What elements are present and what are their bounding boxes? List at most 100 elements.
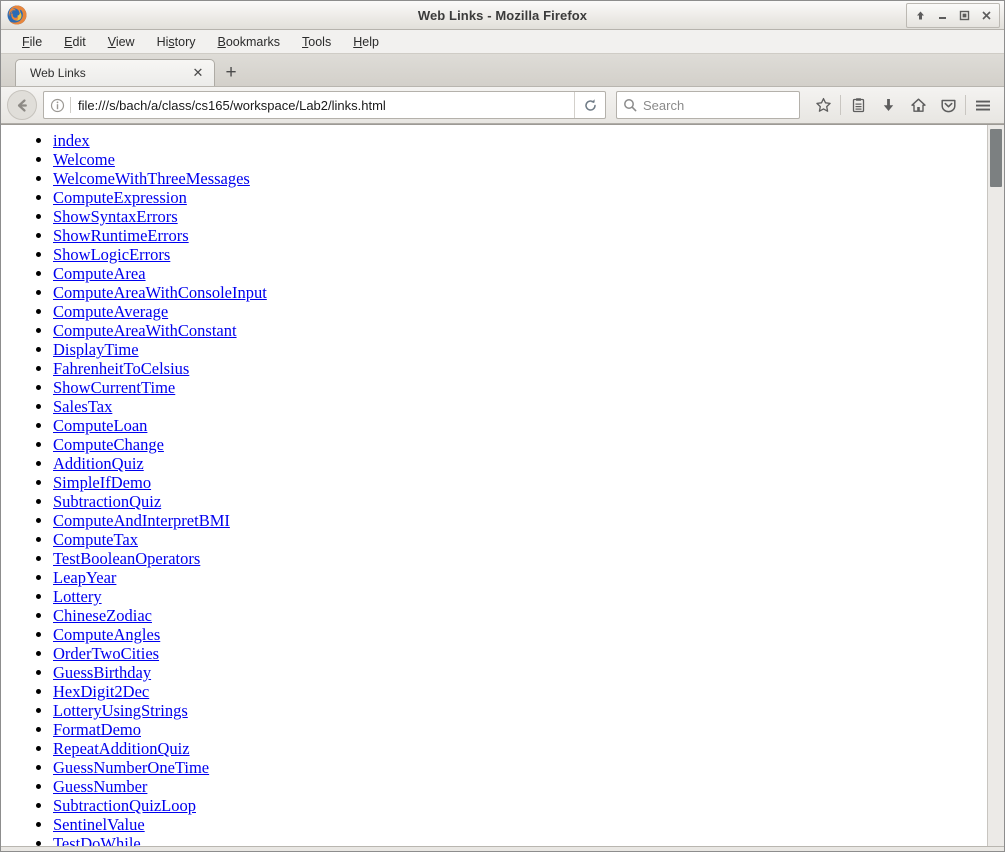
reload-button[interactable]	[574, 92, 605, 118]
list-item: ShowLogicErrors	[53, 245, 987, 264]
list-item: GuessNumberOneTime	[53, 758, 987, 777]
list-item: DisplayTime	[53, 340, 987, 359]
page-link[interactable]: FahrenheitToCelsius	[53, 359, 189, 378]
menu-item-help[interactable]: Help	[342, 33, 390, 51]
page-link[interactable]: SubtractionQuizLoop	[53, 796, 196, 815]
page-link[interactable]: TestBooleanOperators	[53, 549, 200, 568]
shade-button[interactable]	[910, 6, 930, 25]
menu-item-tools[interactable]: Tools	[291, 33, 342, 51]
menu-bar: File Edit View History Bookmarks Tools H…	[1, 30, 1004, 54]
page-link[interactable]: OrderTwoCities	[53, 644, 159, 663]
page-link[interactable]: ChineseZodiac	[53, 606, 152, 625]
list-item: WelcomeWithThreeMessages	[53, 169, 987, 188]
tab-web-links[interactable]: Web Links ✕	[15, 59, 215, 86]
list-item: RepeatAdditionQuiz	[53, 739, 987, 758]
page-link[interactable]: ComputeLoan	[53, 416, 147, 435]
toolbar-icons	[808, 91, 998, 119]
downloads-icon[interactable]	[873, 91, 903, 119]
page-link[interactable]: ComputeAngles	[53, 625, 160, 644]
page-link[interactable]: ComputeAverage	[53, 302, 168, 321]
page-link[interactable]: FormatDemo	[53, 720, 141, 739]
page-link[interactable]: ComputeExpression	[53, 188, 187, 207]
list-item: SubtractionQuiz	[53, 492, 987, 511]
page-link[interactable]: AdditionQuiz	[53, 454, 144, 473]
new-tab-button[interactable]: +	[217, 59, 245, 86]
list-item: HexDigit2Dec	[53, 682, 987, 701]
url-bar[interactable]: file:///s/bach/a/class/cs165/workspace/L…	[43, 91, 606, 119]
list-item: ShowRuntimeErrors	[53, 226, 987, 245]
search-input[interactable]: Search	[643, 98, 684, 113]
list-item: ComputeTax	[53, 530, 987, 549]
page-link[interactable]: SubtractionQuiz	[53, 492, 161, 511]
page-link[interactable]: ComputeAreaWithConstant	[53, 321, 237, 340]
web-page: indexWelcomeWelcomeWithThreeMessagesComp…	[1, 125, 987, 846]
menu-item-bookmarks[interactable]: Bookmarks	[207, 33, 292, 51]
scrollbar-thumb[interactable]	[990, 129, 1002, 187]
page-link[interactable]: DisplayTime	[53, 340, 139, 359]
page-link[interactable]: ComputeAndInterpretBMI	[53, 511, 230, 530]
list-item: LeapYear	[53, 568, 987, 587]
page-link[interactable]: ShowSyntaxErrors	[53, 207, 178, 226]
search-bar[interactable]: Search	[616, 91, 800, 119]
page-link[interactable]: GuessNumber	[53, 777, 147, 796]
list-item: ComputeExpression	[53, 188, 987, 207]
page-link[interactable]: Lottery	[53, 587, 102, 606]
page-link[interactable]: ComputeAreaWithConsoleInput	[53, 283, 267, 302]
tab-close-icon[interactable]: ✕	[190, 65, 206, 81]
page-link[interactable]: TestDoWhile	[53, 834, 141, 846]
page-link[interactable]: SalesTax	[53, 397, 112, 416]
menu-item-edit[interactable]: Edit	[53, 33, 97, 51]
page-link[interactable]: LeapYear	[53, 568, 116, 587]
list-item: ChineseZodiac	[53, 606, 987, 625]
close-button[interactable]	[976, 6, 996, 25]
page-link[interactable]: ShowRuntimeErrors	[53, 226, 189, 245]
library-icon[interactable]	[843, 91, 873, 119]
menu-item-view[interactable]: View	[97, 33, 146, 51]
list-item: Lottery	[53, 587, 987, 606]
page-link[interactable]: HexDigit2Dec	[53, 682, 149, 701]
page-link[interactable]: SentinelValue	[53, 815, 145, 834]
page-link[interactable]: GuessBirthday	[53, 663, 151, 682]
tab-title: Web Links	[30, 66, 86, 80]
menu-hamburger-icon[interactable]	[968, 91, 998, 119]
window-title: Web Links - Mozilla Firefox	[417, 7, 588, 23]
page-link[interactable]: SimpleIfDemo	[53, 473, 151, 492]
list-item: FahrenheitToCelsius	[53, 359, 987, 378]
page-link[interactable]: ComputeChange	[53, 435, 164, 454]
search-icon	[617, 98, 643, 112]
pocket-icon[interactable]	[933, 91, 963, 119]
list-item: ComputeLoan	[53, 416, 987, 435]
page-link[interactable]: ShowLogicErrors	[53, 245, 170, 264]
back-button[interactable]	[7, 90, 37, 120]
browser-window: Web Links - Mozilla Firefox File Edit Vi…	[0, 0, 1005, 852]
page-link[interactable]: ComputeArea	[53, 264, 146, 283]
page-link[interactable]: index	[53, 131, 90, 150]
page-link[interactable]: ShowCurrentTime	[53, 378, 175, 397]
info-circle-icon[interactable]	[44, 98, 70, 113]
list-item: SubtractionQuizLoop	[53, 796, 987, 815]
page-link[interactable]: RepeatAdditionQuiz	[53, 739, 190, 758]
home-icon[interactable]	[903, 91, 933, 119]
minimize-button[interactable]	[932, 6, 952, 25]
list-item: ComputeAverage	[53, 302, 987, 321]
page-link[interactable]: GuessNumberOneTime	[53, 758, 209, 777]
content-area: indexWelcomeWelcomeWithThreeMessagesComp…	[1, 124, 1004, 846]
status-bar	[1, 846, 1004, 851]
back-arrow-icon	[17, 98, 27, 112]
page-link[interactable]: Welcome	[53, 150, 115, 169]
page-link[interactable]: WelcomeWithThreeMessages	[53, 169, 250, 188]
list-item: ComputeChange	[53, 435, 987, 454]
list-item: FormatDemo	[53, 720, 987, 739]
menu-item-file[interactable]: File	[11, 33, 53, 51]
url-text[interactable]: file:///s/bach/a/class/cs165/workspace/L…	[71, 98, 574, 113]
vertical-scrollbar[interactable]	[987, 125, 1004, 846]
page-link[interactable]: ComputeTax	[53, 530, 138, 549]
page-link[interactable]: LotteryUsingStrings	[53, 701, 188, 720]
list-item: TestBooleanOperators	[53, 549, 987, 568]
list-item: SimpleIfDemo	[53, 473, 987, 492]
bookmark-star-icon[interactable]	[808, 91, 838, 119]
maximize-button[interactable]	[954, 6, 974, 25]
list-item: Welcome	[53, 150, 987, 169]
menu-item-history[interactable]: History	[146, 33, 207, 51]
list-item: GuessBirthday	[53, 663, 987, 682]
